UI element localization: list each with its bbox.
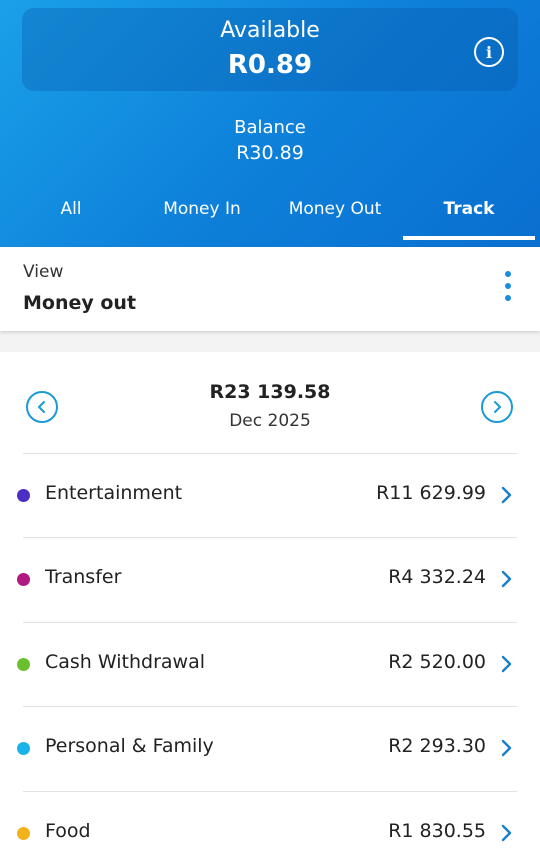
- info-glyph: i: [485, 42, 493, 62]
- chevron-right-icon: [501, 570, 512, 588]
- category-row-food[interactable]: Food R1 830.55: [0, 791, 540, 863]
- category-amount: R2 293.30: [388, 735, 486, 757]
- available-label: Available: [220, 18, 320, 43]
- category-color-dot: [17, 827, 30, 840]
- chevron-right-circle-icon[interactable]: [481, 391, 513, 423]
- transaction-tabs: All Money In Money Out Track: [0, 190, 540, 240]
- tab-money-out[interactable]: Money Out: [270, 190, 400, 240]
- divider: [23, 537, 517, 538]
- category-name: Personal & Family: [45, 735, 214, 757]
- category-color-dot: [17, 742, 30, 755]
- available-value: R0.89: [227, 50, 313, 80]
- chevron-right-icon: [501, 739, 512, 757]
- account-header: Available R0.89 i Balance R30.89 All Mon…: [0, 0, 540, 247]
- divider: [23, 706, 517, 707]
- category-name: Entertainment: [45, 482, 183, 504]
- category-amount: R11 629.99: [376, 482, 486, 504]
- more-vertical-icon[interactable]: [500, 271, 516, 305]
- divider: [23, 791, 517, 792]
- category-name: Cash Withdrawal: [45, 651, 206, 673]
- info-icon[interactable]: i: [474, 37, 504, 67]
- category-amount: R2 520.00: [388, 651, 486, 673]
- category-row-entertainment[interactable]: Entertainment R11 629.99: [0, 453, 540, 537]
- category-row-personal-family[interactable]: Personal & Family R2 293.30: [0, 706, 540, 790]
- chevron-right-icon: [501, 655, 512, 673]
- chevron-right-icon: [501, 486, 512, 504]
- category-amount: R4 332.24: [388, 566, 486, 588]
- tab-money-in[interactable]: Money In: [142, 190, 262, 240]
- balance-label: Balance: [234, 117, 306, 138]
- period-month: Dec 2025: [229, 411, 311, 431]
- spending-tracker: R23 139.58 Dec 2025 Entertainment R11 62…: [0, 352, 540, 863]
- category-name: Food: [45, 820, 91, 842]
- balance-value: R30.89: [236, 142, 304, 164]
- active-tab-indicator: [403, 236, 535, 240]
- tab-all[interactable]: All: [0, 190, 142, 240]
- divider: [23, 453, 517, 454]
- category-row-cash-withdrawal[interactable]: Cash Withdrawal R2 520.00: [0, 622, 540, 706]
- divider: [23, 622, 517, 623]
- tab-track[interactable]: Track: [403, 190, 535, 240]
- category-color-dot: [17, 489, 30, 502]
- category-color-dot: [17, 658, 30, 671]
- category-row-transfer[interactable]: Transfer R4 332.24: [0, 537, 540, 621]
- chevron-right-icon: [501, 824, 512, 842]
- view-selector[interactable]: View Money out: [0, 247, 540, 331]
- view-value: Money out: [23, 292, 137, 314]
- category-amount: R1 830.55: [388, 820, 486, 842]
- category-name: Transfer: [45, 566, 122, 588]
- category-color-dot: [17, 573, 30, 586]
- period-total: R23 139.58: [209, 381, 331, 403]
- view-label: View: [23, 262, 64, 282]
